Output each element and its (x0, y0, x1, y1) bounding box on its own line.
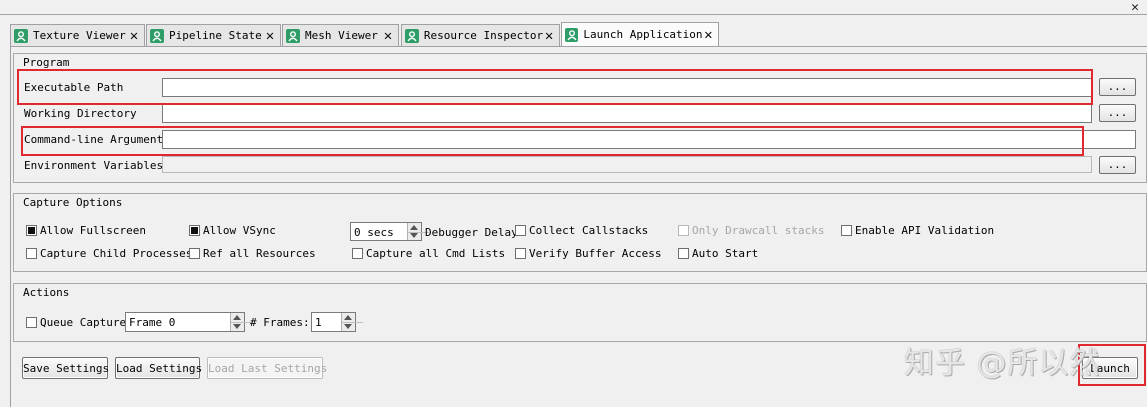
arrow-down-icon[interactable] (233, 324, 241, 329)
tab-label: Pipeline State (169, 29, 262, 42)
capture-child-processes-label: Capture Child Processes (40, 247, 193, 260)
checkbox-box[interactable] (352, 248, 363, 259)
allow-vsync-label: Allow VSync (203, 224, 276, 237)
tab-pipeline-state[interactable]: Pipeline State ✕ (146, 24, 281, 46)
tab-label: Texture Viewer (33, 29, 126, 42)
num-frames-value: 1 (315, 316, 322, 329)
window-top-strip (0, 0, 1147, 22)
verify-buffer-access-checkbox[interactable]: Verify Buffer Access (515, 247, 661, 260)
close-icon[interactable]: ✕ (264, 29, 276, 43)
checkbox-box[interactable] (189, 225, 200, 236)
load-last-settings-button: Load Last Settings (207, 357, 327, 379)
capture-all-cmd-lists-label: Capture all Cmd Lists (366, 247, 506, 260)
checkbox-box[interactable] (26, 248, 37, 259)
ref-all-resources-checkbox[interactable]: Ref all Resources (189, 247, 316, 260)
debugger-delay-value: 0 secs (354, 226, 394, 239)
checkbox-box[interactable] (26, 317, 37, 328)
only-drawcall-stacks-label: Only Drawcall stacks (692, 224, 825, 237)
num-frames-label: # Frames: (250, 316, 310, 329)
allow-fullscreen-checkbox[interactable]: Allow Fullscreen (26, 224, 146, 237)
close-icon[interactable]: ✕ (703, 28, 714, 42)
arrow-up-icon[interactable] (344, 315, 352, 320)
checkbox-box[interactable] (678, 248, 689, 259)
only-drawcall-stacks-checkbox: Only Drawcall stacks (678, 224, 824, 237)
window-top-divider (0, 14, 1147, 15)
arrow-down-icon[interactable] (344, 324, 352, 329)
actions-title: Actions (23, 286, 70, 299)
person-icon (565, 27, 579, 42)
collect-callstacks-checkbox[interactable]: Collect Callstacks (515, 224, 648, 237)
tab-launch-application[interactable]: Launch Application ✕ (561, 22, 719, 46)
load-settings-button[interactable]: Load Settings (115, 357, 202, 379)
tab-label: Resource Inspector (423, 29, 544, 42)
ref-all-resources-label: Ref all Resources (203, 247, 316, 260)
checkbox-box[interactable] (26, 225, 37, 236)
queue-capture-label: Queue Capture (40, 316, 127, 329)
queue-frame-spinbox[interactable]: Frame 0 (125, 312, 252, 332)
spin-arrows[interactable] (230, 313, 252, 331)
arrow-up-icon[interactable] (410, 225, 418, 230)
arrow-down-icon[interactable] (410, 233, 418, 238)
auto-start-checkbox[interactable]: Auto Start (678, 247, 758, 260)
auto-start-label: Auto Start (692, 247, 759, 260)
enable-api-validation-label: Enable API Validation (855, 224, 995, 237)
working-directory-input[interactable] (162, 104, 1092, 123)
working-directory-browse-button[interactable]: ... (1099, 104, 1136, 122)
window-close-icon[interactable]: ✕ (1125, 1, 1145, 15)
env-vars-label: Environment Variables (24, 159, 164, 172)
capture-child-processes-checkbox[interactable]: Capture Child Processes (26, 247, 192, 260)
person-icon (286, 28, 300, 43)
checkbox-box (678, 225, 689, 236)
program-group-title: Program (23, 56, 70, 69)
checkbox-box[interactable] (515, 248, 526, 259)
highlight-cmdline-args (21, 126, 1084, 156)
tab-label: Launch Application (583, 28, 703, 41)
queue-frame-value: Frame 0 (129, 316, 176, 329)
close-icon[interactable]: ✕ (128, 29, 140, 43)
enable-api-validation-checkbox[interactable]: Enable API Validation (841, 224, 994, 237)
person-icon (14, 28, 28, 43)
tab-resource-inspector[interactable]: Resource Inspector ✕ (401, 24, 560, 46)
verify-buffer-access-label: Verify Buffer Access (529, 247, 662, 260)
person-icon (150, 28, 164, 43)
debugger-delay-spinbox[interactable]: 0 secs (350, 222, 429, 241)
env-vars-edit-button[interactable]: ... (1099, 156, 1136, 174)
spin-arrows[interactable] (407, 223, 429, 240)
checkbox-box[interactable] (189, 248, 200, 259)
tab-bar: Texture Viewer ✕ Pipeline State ✕ Mesh V… (10, 22, 1147, 46)
working-directory-label: Working Directory (24, 107, 137, 120)
save-settings-button[interactable]: Save Settings (22, 357, 109, 379)
num-frames-spinbox[interactable]: 1 (311, 312, 363, 332)
allow-vsync-checkbox[interactable]: Allow VSync (189, 224, 276, 237)
person-icon (405, 28, 419, 43)
highlight-executable-path (17, 69, 1093, 105)
capture-options-title: Capture Options (23, 196, 123, 209)
tab-texture-viewer[interactable]: Texture Viewer ✕ (10, 24, 145, 46)
close-icon[interactable]: ✕ (543, 29, 555, 43)
executable-path-browse-button[interactable]: ... (1099, 78, 1136, 96)
tab-mesh-viewer[interactable]: Mesh Viewer ✕ (282, 24, 399, 46)
spin-arrows[interactable] (341, 313, 363, 331)
watermark: 知乎 @所以然 (904, 346, 1101, 381)
close-icon[interactable]: ✕ (382, 29, 394, 43)
checkbox-box[interactable] (515, 225, 526, 236)
capture-all-cmd-lists-checkbox[interactable]: Capture all Cmd Lists (352, 247, 505, 260)
queue-capture-checkbox[interactable]: Queue Capture (26, 316, 126, 329)
allow-fullscreen-label: Allow Fullscreen (40, 224, 146, 237)
env-vars-input (162, 156, 1092, 173)
tab-label: Mesh Viewer (305, 29, 378, 42)
arrow-up-icon[interactable] (233, 315, 241, 320)
checkbox-box[interactable] (841, 225, 852, 236)
collect-callstacks-label: Collect Callstacks (529, 224, 649, 237)
debugger-delay-label: Debugger Delay (425, 226, 518, 239)
